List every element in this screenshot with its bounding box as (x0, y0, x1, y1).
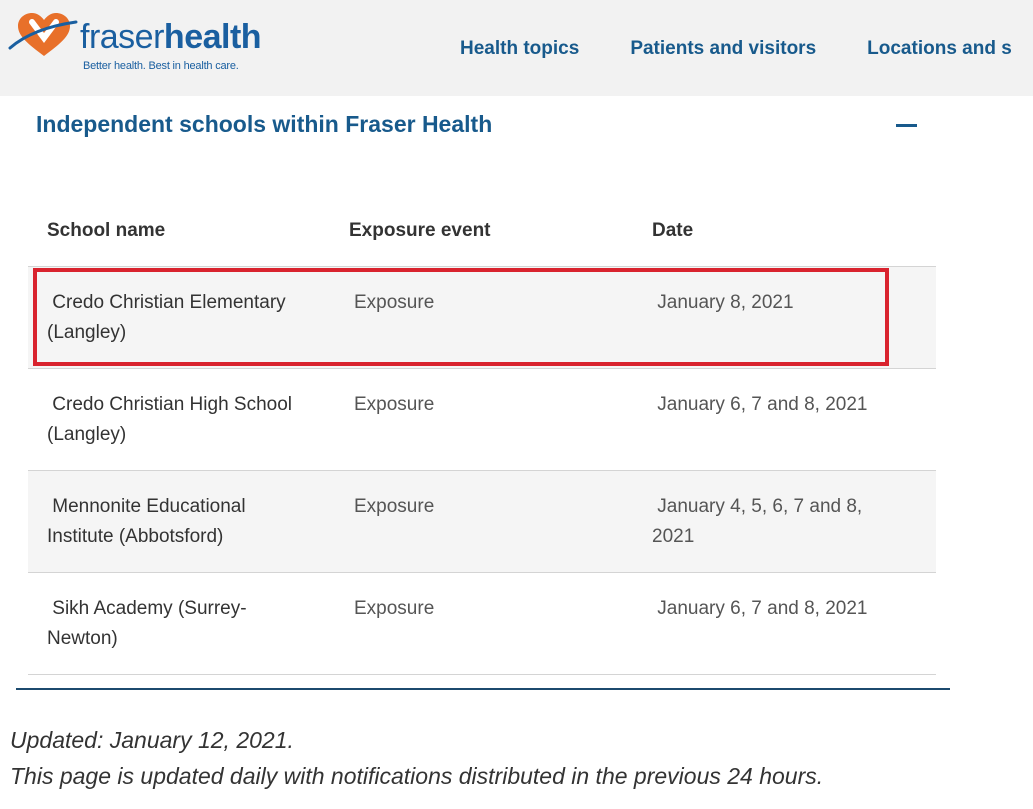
table-row: Credo Christian High School (Langley) Exp… (28, 369, 936, 471)
date-line1: January 6, 7 and 8, 2021 (657, 394, 868, 415)
column-header-date: Date (652, 220, 694, 241)
date-cell: January 6, 7 and 8, 2021 (652, 594, 902, 624)
school-name-line2: (Langley) (47, 322, 127, 343)
nav-locations-and-services[interactable]: Locations and s (867, 38, 1012, 60)
schools-table: School name Exposure event Date Credo Ch… (28, 200, 936, 675)
nav-patients-and-visitors[interactable]: Patients and visitors (630, 38, 816, 60)
school-name-cell: Credo Christian High School (Langley) (47, 390, 322, 450)
school-name-line1: Mennonite Educational (52, 496, 246, 517)
logo-wordmark: fraserhealth (80, 18, 262, 56)
site-header: fraserhealth Better health. Best in heal… (0, 0, 1033, 96)
logo-tagline: Better health. Best in health care. (83, 60, 239, 72)
fraser-health-logo[interactable]: fraserhealth Better health. Best in heal… (8, 8, 262, 78)
section-divider (16, 688, 950, 690)
school-name-line2: (Langley) (47, 424, 127, 445)
table-header: School name Exposure event Date (28, 200, 936, 267)
school-name-line1: Sikh Academy (Surrey- (52, 598, 247, 619)
school-name-line2: Newton) (47, 628, 118, 649)
table-row: Sikh Academy (Surrey- Newton) Exposure Ja… (28, 573, 936, 675)
update-frequency-note: This page is updated daily with notifica… (10, 763, 824, 789)
main-nav: Health topics Patients and visitors Locati… (460, 38, 1033, 60)
nav-health-topics[interactable]: Health topics (460, 38, 579, 60)
school-name-cell: Mennonite Educational Institute (Abbotsfo… (47, 492, 322, 552)
updated-date-note: Updated: January 12, 2021. (10, 727, 294, 753)
heart-logo-icon (8, 13, 78, 56)
date-line2: 2021 (652, 526, 695, 547)
table-row: Mennonite Educational Institute (Abbotsfo… (28, 471, 936, 573)
column-header-exposure-event: Exposure event (349, 220, 491, 241)
date-line1: January 6, 7 and 8, 2021 (657, 598, 868, 619)
school-name-line1: Credo Christian High School (52, 394, 293, 415)
school-name-cell: Sikh Academy (Surrey- Newton) (47, 594, 322, 654)
exposure-event-cell: Exposure (354, 496, 435, 517)
date-cell: January 6, 7 and 8, 2021 (652, 390, 902, 420)
exposure-event-cell: Exposure (354, 598, 435, 619)
exposure-event-cell: Exposure (354, 292, 435, 313)
school-name-line2: Institute (Abbotsford) (47, 526, 224, 547)
table-row: Credo Christian Elementary (Langley) Expo… (28, 267, 936, 369)
date-line1: January 4, 5, 6, 7 and 8, (657, 496, 863, 517)
school-name-cell: Credo Christian Elementary (Langley) (47, 288, 322, 348)
date-cell: January 8, 2021 (652, 288, 902, 318)
date-cell: January 4, 5, 6, 7 and 8, 2021 (652, 492, 902, 552)
section-title[interactable]: Independent schools within Fraser Health (36, 111, 492, 138)
school-name-line1: Credo Christian Elementary (52, 292, 286, 313)
date-line1: January 8, 2021 (657, 292, 794, 313)
collapse-minus-icon[interactable] (896, 124, 917, 127)
column-header-school-name: School name (47, 220, 166, 241)
exposure-event-cell: Exposure (354, 394, 435, 415)
